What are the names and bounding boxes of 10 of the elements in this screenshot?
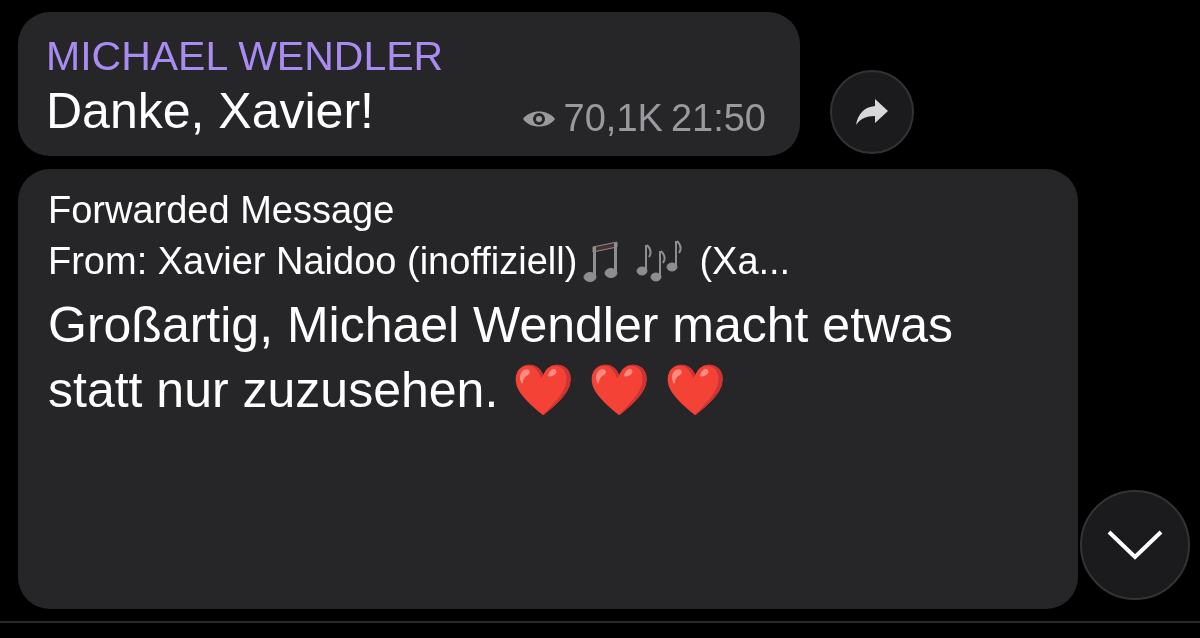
- forwarded-label: Forwarded Message: [48, 188, 396, 233]
- message-text: Großartig, Michael Wendler macht etwas statt nur zuzusehen. ❤ ❤ ❤: [48, 296, 954, 420]
- view-count: 70,1K: [563, 97, 663, 140]
- author-name: MICHAEL WENDLER: [46, 32, 445, 80]
- message-text: Danke, Xavier!: [46, 82, 374, 141]
- chevron-down-icon: [1107, 530, 1163, 560]
- share-arrow-icon: [855, 97, 889, 127]
- forwarded-from[interactable]: From: Xavier Naidoo (inoffiziell): [48, 235, 578, 287]
- forwarded-handle: (Xa...: [699, 239, 791, 284]
- message-time: 21:50: [670, 97, 766, 140]
